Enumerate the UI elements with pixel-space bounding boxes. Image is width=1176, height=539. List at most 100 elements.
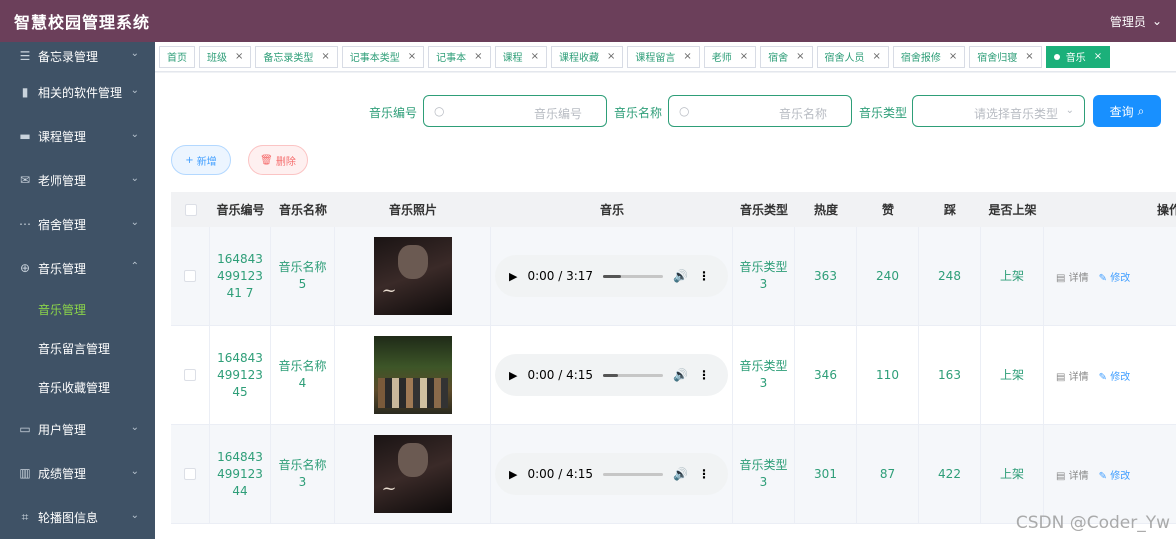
sidebar-item[interactable]: ⌗ 轮播图信息 ⌄	[0, 495, 155, 539]
tab-12[interactable]: 宿舍归寝 ×	[969, 45, 1042, 68]
sidebar-item[interactable]: ⊕ 音乐管理 ⌃	[0, 246, 155, 290]
music-table: 音乐编号 音乐名称 音乐照片 音乐 音乐类型 热度 赞 踩 是否上架 操作 16484349912…	[171, 192, 1176, 524]
tab-0[interactable]: 首页	[159, 45, 195, 68]
tab-1[interactable]: 班级 ×	[199, 45, 252, 68]
tab-8[interactable]: 老师 ×	[703, 45, 757, 68]
close-icon[interactable]: ×	[796, 51, 804, 62]
close-icon[interactable]: ×	[873, 51, 881, 62]
close-icon[interactable]: ×	[740, 51, 748, 62]
close-icon[interactable]: ×	[949, 51, 957, 62]
audio-player[interactable]: ▶ 0:00 / 4:15 🔊 ⋮	[495, 453, 728, 495]
close-icon[interactable]: ×	[235, 51, 243, 62]
album-cover-image: ~	[373, 237, 452, 315]
audio-player[interactable]: ▶ 0:00 / 3:17 🔊 ⋮	[495, 255, 728, 297]
tab-label: 宿舍报修	[900, 53, 941, 64]
audio-cell: ▶ 0:00 / 3:17 🔊 ⋮	[491, 227, 733, 325]
close-icon[interactable]: ×	[1025, 51, 1033, 62]
user-menu[interactable]: 管理员 ⌄	[1110, 13, 1162, 30]
sidebar-item[interactable]: ▭ 用户管理 ⌄	[0, 407, 155, 451]
tab-label: 宿舍人员	[824, 53, 865, 64]
audio-progress-bar[interactable]	[603, 472, 664, 476]
close-icon[interactable]: ×	[1094, 51, 1102, 62]
operations-cell: ▤ 详情 ✎ 修改	[1044, 425, 1176, 523]
edit-link[interactable]: ✎ 修改	[1099, 467, 1131, 482]
add-button[interactable]: + 新增	[171, 145, 231, 175]
more-options-icon[interactable]: ⋮	[698, 467, 710, 481]
tab-13[interactable]: 音乐 ×	[1045, 45, 1111, 68]
play-icon[interactable]: ▶	[509, 468, 517, 481]
detail-link[interactable]: ▤ 详情	[1056, 467, 1089, 482]
audio-player[interactable]: ▶ 0:00 / 4:15 🔊 ⋮	[495, 354, 728, 396]
sidebar-item-label: 轮播图信息	[38, 510, 99, 525]
audio-progress-bar[interactable]	[603, 274, 664, 278]
volume-icon[interactable]: 🔊	[673, 467, 688, 481]
tab-3[interactable]: 记事本类型 ×	[341, 45, 425, 68]
music-code-label: 音乐编号	[369, 106, 418, 120]
detail-label: 详情	[1068, 371, 1089, 383]
more-options-icon[interactable]: ⋮	[698, 368, 710, 382]
select-all-checkbox[interactable]	[184, 203, 197, 216]
album-cover-image: ~	[373, 435, 452, 513]
sidebar-subitem[interactable]: 音乐留言管理	[0, 329, 155, 368]
music-code-placeholder: 音乐编号	[533, 107, 582, 121]
music-name-cell: 音乐名称4	[271, 326, 335, 424]
edit-link[interactable]: ✎ 修改	[1099, 269, 1131, 284]
top-bar: 智慧校园管理系统 管理员 ⌄	[0, 0, 1176, 42]
close-icon[interactable]: ×	[408, 51, 416, 62]
sidebar-item-label: 课程管理	[38, 129, 87, 144]
search-icon: ○	[679, 104, 690, 118]
close-icon[interactable]: ×	[683, 51, 691, 62]
sidebar-item[interactable]: ▥ 成绩管理 ⌄	[0, 451, 155, 495]
music-type-label: 音乐类型	[859, 106, 908, 120]
close-icon[interactable]: ×	[607, 51, 615, 62]
tab-6[interactable]: 课程收藏 ×	[550, 45, 624, 68]
close-icon[interactable]: ×	[321, 51, 329, 62]
column-header: 是否上架	[988, 203, 1037, 217]
close-icon[interactable]: ×	[474, 51, 482, 62]
tab-label: 老师	[711, 53, 732, 64]
sidebar-subitem[interactable]: 音乐收藏管理	[0, 368, 155, 407]
card-icon: ▭	[19, 422, 31, 436]
tab-11[interactable]: 宿舍报修 ×	[892, 45, 966, 68]
tab-9[interactable]: 宿舍 ×	[760, 45, 813, 68]
row-checkbox[interactable]	[184, 270, 196, 282]
music-type-select[interactable]: 请选择音乐类型 ⌄	[912, 95, 1085, 127]
dislike-count-cell: 248	[919, 227, 981, 325]
operations-cell: ▤ 详情 ✎ 修改	[1044, 326, 1176, 424]
music-code-input[interactable]: ○ 音乐编号	[423, 95, 607, 127]
music-type-cell: 音乐类型3	[733, 227, 795, 325]
close-icon[interactable]: ×	[531, 51, 539, 62]
tab-7[interactable]: 课程留言 ×	[627, 45, 700, 68]
sidebar-item[interactable]: ▮ 相关的软件管理 ⌄	[0, 70, 155, 114]
operations-cell: ▤ 详情 ✎ 修改	[1044, 227, 1176, 325]
detail-link[interactable]: ▤ 详情	[1056, 368, 1089, 383]
volume-icon[interactable]: 🔊	[673, 269, 688, 283]
tab-2[interactable]: 备忘录类型 ×	[255, 45, 338, 68]
play-icon[interactable]: ▶	[509, 270, 517, 283]
row-checkbox[interactable]	[184, 468, 196, 480]
cover-face-art	[397, 443, 428, 477]
tab-bar: 首页 班级 × 备忘录类型 × 记事本类型 × 记事本 × 课程 × 课程收藏 × 课程留言 × 老师 × 宿舍 ×…	[155, 42, 1176, 72]
query-button[interactable]: 查询 ⌕	[1093, 95, 1161, 127]
delete-button[interactable]: 🗑 删除	[248, 145, 308, 175]
sidebar-item[interactable]: ☰ 备忘录管理 ⌄	[0, 42, 155, 70]
audio-progress-fill	[603, 373, 619, 377]
audio-time: 0:00 / 4:15	[527, 467, 594, 481]
more-options-icon[interactable]: ⋮	[698, 269, 710, 283]
row-checkbox-cell	[171, 425, 210, 523]
row-checkbox[interactable]	[184, 369, 196, 381]
tab-10[interactable]: 宿舍人员 ×	[816, 45, 889, 68]
music-name-input[interactable]: ○ 音乐名称	[668, 95, 852, 127]
detail-link[interactable]: ▤ 详情	[1056, 269, 1089, 284]
sidebar-item[interactable]: ⋯ 宿舍管理 ⌄	[0, 202, 155, 246]
tab-label: 课程留言	[635, 53, 676, 64]
play-icon[interactable]: ▶	[509, 369, 517, 382]
tab-5[interactable]: 课程 ×	[494, 45, 547, 68]
tab-4[interactable]: 记事本 ×	[428, 45, 491, 68]
edit-link[interactable]: ✎ 修改	[1099, 368, 1131, 383]
sidebar-subitem[interactable]: 音乐管理	[0, 290, 155, 329]
audio-progress-bar[interactable]	[603, 373, 664, 377]
sidebar-item[interactable]: ▬ 课程管理 ⌄	[0, 114, 155, 158]
sidebar-item[interactable]: ✉ 老师管理 ⌄	[0, 158, 155, 202]
volume-icon[interactable]: 🔊	[673, 368, 688, 382]
